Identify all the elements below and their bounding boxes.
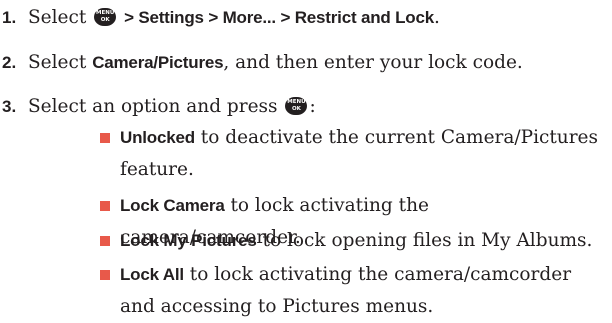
step-rest: , and then enter your lock code. xyxy=(223,52,523,73)
step-1: 1. Select MENU OK > Settings > More... > R… xyxy=(0,6,440,30)
step-select-text: Select xyxy=(28,7,87,28)
step-end: : xyxy=(309,96,316,117)
menu-item-camera-pictures: Camera/Pictures xyxy=(92,53,224,72)
step-number: 3. xyxy=(2,97,17,116)
step-end: . xyxy=(433,7,440,28)
menu-ok-key-icon: MENU OK xyxy=(285,97,308,115)
step-2: 2. Select Camera/Pictures, and then enter… xyxy=(0,51,523,75)
step-number: 1. xyxy=(2,8,17,27)
option-label: Lock Camera xyxy=(120,196,225,215)
menu-path: > Settings > More... > Restrict and Lock xyxy=(124,8,434,27)
option-label: Lock All xyxy=(120,265,184,284)
option-label: Unlocked xyxy=(120,128,195,147)
bullet-icon xyxy=(100,270,110,280)
option-unlocked: Unlocked to deactivate the current Camer… xyxy=(120,122,600,186)
option-description: to lock opening files in My Albums. xyxy=(256,230,593,251)
option-lock-all: Lock All to lock activating the camera/c… xyxy=(120,259,600,323)
step-3: 3. Select an option and press MENU OK: xyxy=(0,95,316,119)
option-label: Lock My Pictures xyxy=(120,231,257,250)
option-lock-my-pictures: Lock My Pictures to lock opening files i… xyxy=(120,225,600,257)
step-number: 2. xyxy=(2,53,17,72)
bullet-icon xyxy=(100,201,110,211)
menu-ok-key-icon: MENU OK xyxy=(94,8,117,26)
bullet-icon xyxy=(100,133,110,143)
bullet-icon xyxy=(100,236,110,246)
option-description: to lock activating the camera/camcorder … xyxy=(120,264,572,317)
step-text: Select an option and press xyxy=(28,96,278,117)
step-select-text: Select xyxy=(28,52,87,73)
